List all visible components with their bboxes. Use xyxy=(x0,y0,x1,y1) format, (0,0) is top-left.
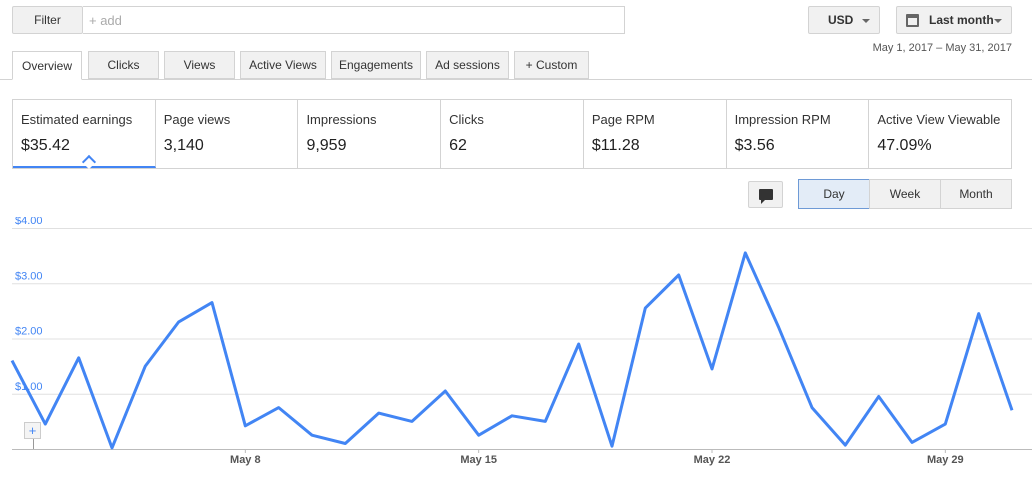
data-point[interactable] xyxy=(176,319,182,325)
x-tick-label: May 15 xyxy=(460,454,497,466)
data-point[interactable] xyxy=(509,413,515,419)
data-point[interactable] xyxy=(809,405,815,411)
data-point[interactable] xyxy=(1009,407,1015,413)
y-tick-label: $4.00 xyxy=(15,217,43,227)
metric-card-active-view-viewable[interactable]: Active View Viewable 47.09% xyxy=(869,100,1011,168)
tab-ad-sessions[interactable]: Ad sessions xyxy=(426,51,509,79)
metric-card-impressions[interactable]: Impressions 9,959 xyxy=(298,100,442,168)
tab-clicks[interactable]: Clicks xyxy=(88,51,159,79)
data-point[interactable] xyxy=(576,341,582,347)
metric-card-page-rpm[interactable]: Page RPM $11.28 xyxy=(584,100,727,168)
metric-value: 62 xyxy=(449,137,467,154)
data-point[interactable] xyxy=(209,300,215,306)
data-point[interactable] xyxy=(9,358,15,364)
granularity-day-button[interactable]: Day xyxy=(798,179,870,209)
metric-value: $3.56 xyxy=(734,137,775,154)
data-point[interactable] xyxy=(876,394,882,400)
date-range: May 1, 2017 – May 31, 2017 xyxy=(872,42,1012,54)
data-point[interactable] xyxy=(476,432,482,438)
y-tick-label: $2.00 xyxy=(15,326,43,338)
data-point[interactable] xyxy=(776,324,782,330)
x-tick-label: May 22 xyxy=(694,454,731,466)
filter-label: Filter xyxy=(34,13,61,27)
add-annotation-button[interactable]: + xyxy=(24,422,41,439)
data-point[interactable] xyxy=(42,421,48,427)
filter-placeholder: + add xyxy=(89,12,122,28)
earnings-line-chart: $1.00$2.00$3.00$4.00May 8 May 15 May 22 May… xyxy=(9,217,1032,466)
granularity-month-button[interactable]: Month xyxy=(940,179,1012,209)
data-point[interactable] xyxy=(909,439,915,445)
data-point[interactable] xyxy=(676,272,682,278)
metric-card-page-views[interactable]: Page views 3,140 xyxy=(156,100,299,168)
currency-dropdown[interactable]: USD xyxy=(808,6,880,34)
data-point[interactable] xyxy=(309,432,315,438)
metric-value: $11.28 xyxy=(591,137,640,154)
metric-card-estimated-earnings[interactable]: Estimated earnings $35.42 xyxy=(13,100,156,168)
data-point[interactable] xyxy=(942,421,948,427)
data-point[interactable] xyxy=(442,388,448,394)
data-point[interactable] xyxy=(709,366,715,372)
data-point[interactable] xyxy=(376,410,382,416)
tab-engagements[interactable]: Engagements xyxy=(331,51,421,79)
data-point[interactable] xyxy=(642,305,648,311)
data-point[interactable] xyxy=(742,250,748,256)
metric-label: Impressions xyxy=(306,112,377,127)
filter-input[interactable]: + add xyxy=(83,6,625,34)
date-period-dropdown[interactable]: Last month xyxy=(896,6,1012,34)
tab-custom[interactable]: + Custom xyxy=(514,51,589,79)
metric-value: 47.09% xyxy=(877,137,932,154)
chevron-down-icon xyxy=(862,19,870,23)
annotation-button[interactable] xyxy=(748,181,783,208)
metric-cards: Estimated earnings $35.42 Page views 3,1… xyxy=(12,99,1012,169)
data-point[interactable] xyxy=(76,355,82,361)
data-point[interactable] xyxy=(542,418,548,424)
tabs-divider xyxy=(0,79,1032,80)
metric-label: Page RPM xyxy=(591,112,655,127)
currency-label: USD xyxy=(828,13,854,27)
filter-button[interactable]: Filter xyxy=(12,6,83,34)
period-label: Last month xyxy=(929,13,994,27)
data-point[interactable] xyxy=(409,418,415,424)
metric-label: Active View Viewable xyxy=(877,112,1001,127)
metric-value: 9,959 xyxy=(306,137,347,154)
tab-overview[interactable]: Overview xyxy=(12,51,82,80)
metric-value: $35.42 xyxy=(21,137,70,154)
y-tick-label: $3.00 xyxy=(15,270,43,282)
data-point[interactable] xyxy=(242,423,248,429)
metric-value: 3,140 xyxy=(163,137,204,154)
comment-icon xyxy=(758,189,773,204)
data-point[interactable] xyxy=(276,405,282,411)
tab-views[interactable]: Views xyxy=(164,51,235,79)
data-point[interactable] xyxy=(976,311,982,317)
x-tick-label: May 8 xyxy=(230,454,261,466)
tab-active-views[interactable]: Active Views xyxy=(240,51,326,79)
granularity-week-button[interactable]: Week xyxy=(869,179,941,209)
metric-label: Estimated earnings xyxy=(21,112,133,127)
data-point[interactable] xyxy=(609,443,615,449)
calendar-icon xyxy=(906,13,919,27)
data-point[interactable] xyxy=(142,363,148,369)
metric-card-impression-rpm[interactable]: Impression RPM $3.56 xyxy=(727,100,870,168)
data-point[interactable] xyxy=(842,442,848,448)
metric-label: Page views xyxy=(163,112,231,127)
data-point[interactable] xyxy=(342,440,348,446)
chevron-down-icon xyxy=(994,19,1002,23)
data-point[interactable] xyxy=(109,445,115,451)
x-tick-label: May 29 xyxy=(927,454,964,466)
metric-card-clicks[interactable]: Clicks 62 xyxy=(441,100,584,168)
metric-label: Impression RPM xyxy=(734,112,831,127)
metric-label: Clicks xyxy=(449,112,484,127)
